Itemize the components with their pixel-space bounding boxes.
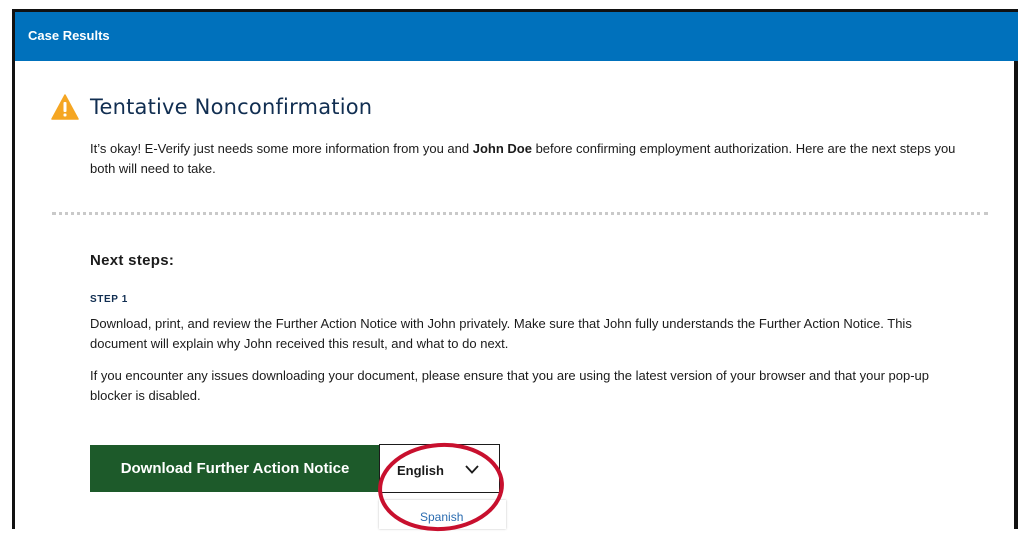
- language-selected-value: English: [397, 463, 444, 478]
- warning-icon: [51, 94, 79, 120]
- window-right-border: [1014, 61, 1018, 529]
- next-steps-heading: Next steps:: [90, 252, 175, 269]
- chevron-down-icon: [465, 465, 479, 474]
- cropped-top-text: [0, 0, 1018, 9]
- case-results-header: Case Results: [15, 12, 1018, 61]
- download-further-action-notice-button[interactable]: Download Further Action Notice: [90, 445, 380, 492]
- dotted-divider: [52, 212, 988, 215]
- download-issue-text: If you encounter any issues downloading …: [90, 368, 930, 403]
- employee-name: John Doe: [472, 141, 532, 156]
- step-1-label: STEP 1: [90, 294, 128, 305]
- alert-body: It’s okay! E-Verify just needs some more…: [90, 139, 970, 179]
- header-title: Case Results: [28, 28, 110, 43]
- language-dropdown-menu: Spanish: [379, 500, 506, 529]
- language-option-spanish[interactable]: Spanish: [420, 510, 463, 524]
- alert-body-prefix: It’s okay! E-Verify just needs some more…: [90, 141, 473, 156]
- alert-title: Tentative Nonconfirmation: [90, 95, 373, 119]
- step-1-text: Download, print, and review the Further …: [90, 316, 912, 351]
- language-select[interactable]: English: [379, 444, 500, 493]
